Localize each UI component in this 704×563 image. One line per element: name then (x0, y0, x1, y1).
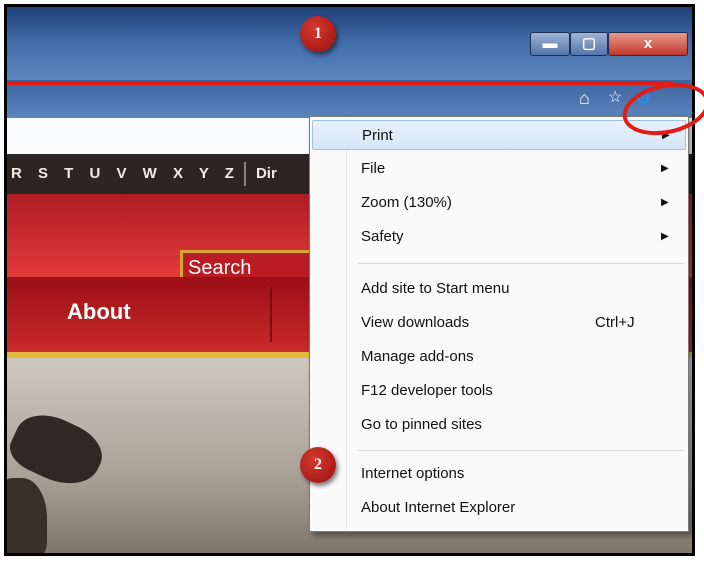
close-button[interactable]: x (608, 32, 688, 56)
menu-item-label: View downloads (361, 314, 470, 331)
minimize-icon: ▬ (542, 35, 558, 52)
menu-item-label: Add site to Start menu (361, 280, 510, 297)
submenu-arrow-icon: ▶ (661, 231, 669, 242)
alphabet-divider (243, 162, 246, 187)
nav-divider (270, 287, 272, 342)
close-icon: x (643, 35, 653, 52)
maximize-button[interactable]: ▢ (570, 32, 608, 56)
menu-item-label: Safety (361, 228, 404, 245)
menu-item-label: Internet options (361, 465, 465, 482)
menu-item-label: About Internet Explorer (361, 499, 516, 516)
menu-item-about-internet-explorer[interactable]: About Internet Explorer (312, 493, 686, 523)
browser-screenshot-frame: ▬ ▢ x ⌂ ☆ ⚙ R S T U V W X Y Z Dir Search … (4, 4, 695, 556)
minimize-button[interactable]: ▬ (530, 32, 570, 56)
annotation-red-line (7, 81, 673, 85)
submenu-arrow-icon: ▶ (661, 197, 669, 208)
maximize-icon: ▢ (581, 35, 597, 52)
menu-separator (358, 450, 684, 451)
window-title-bar: ▬ ▢ x (7, 7, 692, 80)
nav-about[interactable]: About (67, 299, 131, 325)
menu-item-add-site-to-start[interactable]: Add site to Start menu (312, 274, 686, 304)
menu-item-safety[interactable]: Safety ▶ (312, 222, 686, 252)
window-controls: ▬ ▢ x (530, 32, 690, 58)
menu-item-manage-add-ons[interactable]: Manage add-ons (312, 342, 686, 372)
menu-separator (358, 263, 684, 264)
step-1-badge: 1 (300, 16, 336, 52)
tools-menu: Print ▶ File ▶ Zoom (130%) ▶ Safety ▶ Ad… (309, 116, 689, 532)
submenu-arrow-icon: ▶ (661, 163, 669, 174)
menu-item-label: Go to pinned sites (361, 416, 482, 433)
menu-item-label: File (361, 160, 386, 177)
menu-item-label: Manage add-ons (361, 348, 474, 365)
menu-item-label: Print (362, 127, 393, 144)
menu-item-shortcut: Ctrl+J (595, 314, 635, 331)
alphabet-letters[interactable]: R S T U V W X Y Z (11, 165, 240, 182)
menu-item-go-to-pinned-sites[interactable]: Go to pinned sites (312, 410, 686, 440)
menu-item-zoom[interactable]: Zoom (130%) ▶ (312, 188, 686, 218)
menu-item-label: F12 developer tools (361, 382, 493, 399)
favorites-star-icon[interactable]: ☆ (608, 88, 622, 108)
menu-item-internet-options[interactable]: Internet options (312, 459, 686, 489)
step-2-badge: 2 (300, 447, 336, 483)
photo-figure-shadow (7, 478, 47, 553)
home-icon[interactable]: ⌂ (579, 88, 590, 108)
menu-item-view-downloads[interactable]: View downloads Ctrl+J (312, 308, 686, 338)
menu-item-label: Zoom (130%) (361, 194, 452, 211)
directory-link[interactable]: Dir (256, 165, 277, 182)
browser-toolbar: ⌂ ☆ ⚙ (7, 80, 692, 118)
menu-item-file[interactable]: File ▶ (312, 154, 686, 184)
menu-item-f12-developer-tools[interactable]: F12 developer tools (312, 376, 686, 406)
